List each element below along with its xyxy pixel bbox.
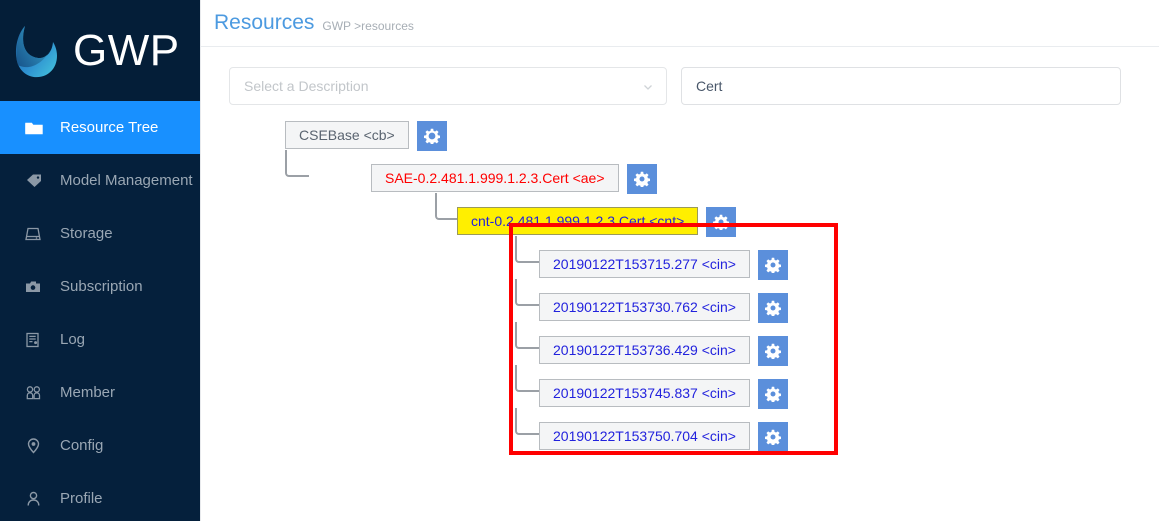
gear-icon-button-cin-3[interactable]	[757, 336, 788, 366]
chevron-down-icon	[642, 80, 654, 92]
sidebar-item-profile[interactable]: Profile	[0, 472, 200, 521]
gear-icon-button-csebase[interactable]	[416, 121, 447, 151]
folder-icon	[25, 118, 47, 138]
tree-node-label[interactable]: 20190122T153750.704 <cin>	[539, 422, 750, 450]
tree-node-label[interactable]: CSEBase <cb>	[285, 121, 409, 149]
description-select-value: Select a Description	[244, 78, 369, 94]
tree-connector	[515, 279, 539, 306]
sidebar-item-label: Subscription	[60, 278, 143, 295]
tree-node-cin-4: 20190122T153745.837 <cin>	[539, 379, 788, 409]
tree-node-label[interactable]: SAE-0.2.481.1.999.1.2.3.Cert <ae>	[371, 164, 619, 192]
tree-node-cin-5: 20190122T153750.704 <cin>	[539, 422, 788, 452]
search-input[interactable]: Cert	[681, 67, 1121, 105]
tree-connector	[515, 236, 539, 263]
filter-bar: Select a Description Cert	[201, 47, 1159, 105]
tree-node-label[interactable]: cnt-0.2.481.1.999.1.2.3.Cert <cnt>	[457, 207, 699, 235]
log-icon	[25, 330, 47, 350]
sidebar-item-label: Log	[60, 331, 86, 348]
main-content: Resources GWP >resources Select a Descri…	[200, 0, 1159, 521]
sidebar-item-storage[interactable]: Storage	[0, 207, 200, 260]
page-header: Resources GWP >resources	[201, 0, 1159, 47]
brand-header: GWP	[0, 0, 200, 101]
sidebar-nav: Resource Tree Model Management Storage S…	[0, 101, 200, 521]
tree-node-cin-3: 20190122T153736.429 <cin>	[539, 336, 788, 366]
hard-drive-icon	[25, 224, 47, 244]
sidebar-item-model-management[interactable]: Model Management	[0, 154, 200, 207]
tree-node-csebase: CSEBase <cb>	[285, 121, 447, 151]
location-pin-icon	[25, 436, 47, 456]
tree-node-cnt: cnt-0.2.481.1.999.1.2.3.Cert <cnt>	[457, 207, 737, 237]
user-icon	[25, 489, 47, 509]
tree-connector	[515, 365, 539, 392]
camera-icon	[25, 277, 47, 297]
brand-name: GWP	[73, 25, 180, 75]
sidebar-item-config[interactable]: Config	[0, 419, 200, 472]
crescent-flame-logo	[12, 20, 64, 82]
gear-icon-button-cnt[interactable]	[706, 207, 737, 237]
tree-connector	[515, 408, 539, 435]
tree-node-label[interactable]: 20190122T153715.277 <cin>	[539, 250, 750, 278]
gear-icon-button-cin-1[interactable]	[757, 250, 788, 280]
sidebar-item-label: Model Management	[60, 172, 193, 189]
page-title: Resources	[214, 11, 315, 34]
search-input-value: Cert	[696, 78, 723, 94]
tree-connector	[435, 193, 459, 220]
sidebar-item-log[interactable]: Log	[0, 313, 200, 366]
tree-node-cin-2: 20190122T153730.762 <cin>	[539, 293, 788, 323]
tree-node-cin-1: 20190122T153715.277 <cin>	[539, 250, 788, 280]
tree-node-sae: SAE-0.2.481.1.999.1.2.3.Cert <ae>	[371, 164, 657, 194]
sidebar-item-label: Resource Tree	[60, 119, 159, 136]
gear-icon-button-cin-4[interactable]	[757, 379, 788, 409]
gear-icon-button-cin-2[interactable]	[757, 293, 788, 323]
sidebar-item-resource-tree[interactable]: Resource Tree	[0, 101, 200, 154]
sidebar-item-label: Profile	[60, 490, 103, 507]
gear-icon-button-sae[interactable]	[626, 164, 657, 194]
resource-tree: CSEBase <cb> SAE-0.2.481.1.999.1.2.3.Cer…	[201, 121, 1159, 502]
tree-connector	[285, 150, 309, 177]
breadcrumb: GWP >resources	[322, 18, 414, 33]
sidebar-item-label: Storage	[60, 225, 113, 242]
tag-icon	[25, 171, 47, 191]
tree-node-label[interactable]: 20190122T153730.762 <cin>	[539, 293, 750, 321]
app-root: GWP Resource Tree Model Management Stora…	[0, 0, 1159, 521]
sidebar-item-subscription[interactable]: Subscription	[0, 260, 200, 313]
sidebar-item-member[interactable]: Member	[0, 366, 200, 419]
tree-connector	[515, 322, 539, 349]
sidebar: GWP Resource Tree Model Management Stora…	[0, 0, 200, 521]
tree-node-label[interactable]: 20190122T153745.837 <cin>	[539, 379, 750, 407]
description-select[interactable]: Select a Description	[229, 67, 667, 105]
sidebar-item-label: Config	[60, 437, 104, 454]
gear-icon-button-cin-5[interactable]	[757, 422, 788, 452]
sidebar-item-label: Member	[60, 384, 116, 401]
tree-node-label[interactable]: 20190122T153736.429 <cin>	[539, 336, 750, 364]
members-icon	[25, 383, 47, 403]
